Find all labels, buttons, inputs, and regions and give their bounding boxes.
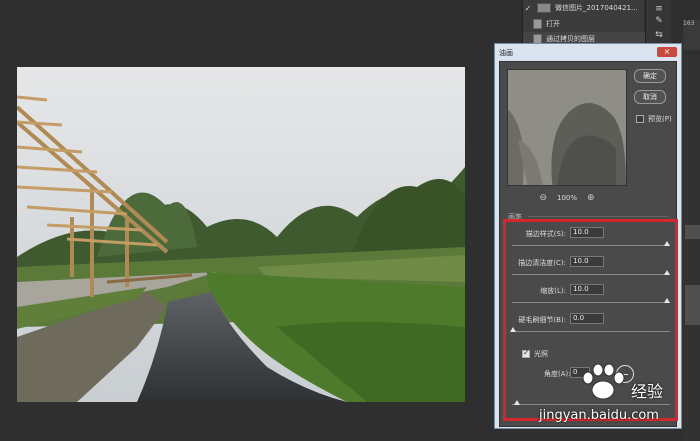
lighting-label: 光照 (534, 350, 548, 358)
checkmark-icon: ✓ (524, 3, 532, 13)
panel-tab[interactable] (685, 225, 700, 239)
checkbox-box[interactable] (522, 348, 530, 358)
preview-checkbox[interactable]: 预览(P) (636, 114, 672, 124)
slider-handle[interactable] (664, 241, 670, 246)
right-edge-panel (683, 55, 700, 441)
slider-track[interactable] (512, 331, 670, 332)
slider-handle[interactable] (664, 298, 670, 303)
shine-slider-track[interactable] (512, 404, 670, 405)
angle-param: 角度(A): 0 (500, 365, 676, 385)
param-label: 描边样式(S): (525, 230, 566, 238)
slider-handle[interactable] (510, 327, 516, 332)
param-label: 硬毛刷细节(B): (518, 316, 566, 324)
param-label: 描边清洁度(C): (518, 259, 566, 267)
history-item-open[interactable]: 打开 (523, 17, 645, 31)
menu-icon[interactable]: ≡ (653, 4, 665, 14)
dialog-title: 油画 (499, 49, 513, 57)
snapshot-label: 微信图片_2017040421... (555, 4, 638, 12)
ok-button[interactable]: 确定 (634, 69, 666, 83)
slider-handle[interactable] (664, 270, 670, 275)
scale-input[interactable]: 10.0 (570, 284, 604, 295)
filter-preview[interactable] (507, 69, 627, 186)
stroke-style-param: 描边样式(S): 10.0 (500, 227, 676, 253)
history-panel: ✓ 微信图片_2017040421... 打开 通过拷贝的图层 (522, 0, 645, 46)
canvas-image[interactable] (17, 67, 465, 402)
angle-label: 角度(A): (544, 370, 571, 378)
bristle-detail-input[interactable]: 0.0 (570, 313, 604, 324)
section-divider (528, 216, 668, 217)
param-label: 缩放(L): (540, 287, 566, 295)
snapshot-thumbnail (537, 3, 551, 13)
slider-track[interactable] (512, 245, 670, 246)
readout-text: 163 (683, 20, 695, 27)
right-side-readout: 163 (683, 20, 700, 50)
brush-section-label: 画笔 (508, 213, 522, 221)
zoom-level: 100% (556, 194, 577, 202)
slider-track[interactable] (512, 274, 670, 275)
lighting-checkbox[interactable]: 光照 (522, 348, 548, 359)
zoom-in-icon[interactable]: ⊕ (587, 193, 595, 203)
panel-tool-strip: ≡ ✎ ⇆ (645, 0, 671, 46)
checkbox-box[interactable] (636, 115, 644, 123)
brush-icon[interactable]: ✎ (653, 16, 665, 26)
zoom-out-icon[interactable]: ⊖ (539, 193, 547, 203)
angle-input[interactable]: 0 (570, 367, 590, 378)
slider-track[interactable] (512, 302, 670, 303)
close-button[interactable]: × (657, 47, 677, 57)
cancel-button[interactable]: 取消 (634, 90, 666, 104)
zoom-bar: ⊖ 100% ⊕ (507, 192, 627, 204)
stroke-style-input[interactable]: 10.0 (570, 227, 604, 238)
adjust-icon[interactable]: ⇆ (653, 30, 665, 40)
history-snapshot[interactable]: ✓ 微信图片_2017040421... (523, 1, 645, 15)
stroke-cleanliness-param: 描边清洁度(C): 10.0 (500, 256, 676, 282)
preview-label: 预览(P) (648, 115, 672, 123)
panel-thumbnail[interactable] (685, 285, 700, 325)
bristle-detail-param: 硬毛刷细节(B): 0.0 (500, 313, 676, 339)
dialog-body: ⊖ 100% ⊕ 确定 取消 预览(P) 画笔 描边样式(S): 10.0 描边… (499, 61, 677, 427)
oil-paint-dialog: 油画 × ⊖ 100% ⊕ 确定 取消 预览(P) 画笔 描边样式(S): 10… (494, 43, 682, 429)
scale-param: 缩放(L): 10.0 (500, 284, 676, 310)
document-icon (533, 19, 542, 29)
stroke-cleanliness-input[interactable]: 10.0 (570, 256, 604, 267)
shine-slider-handle[interactable] (514, 400, 520, 405)
history-item-label: 打开 (546, 20, 560, 28)
angle-dial[interactable] (616, 365, 634, 383)
